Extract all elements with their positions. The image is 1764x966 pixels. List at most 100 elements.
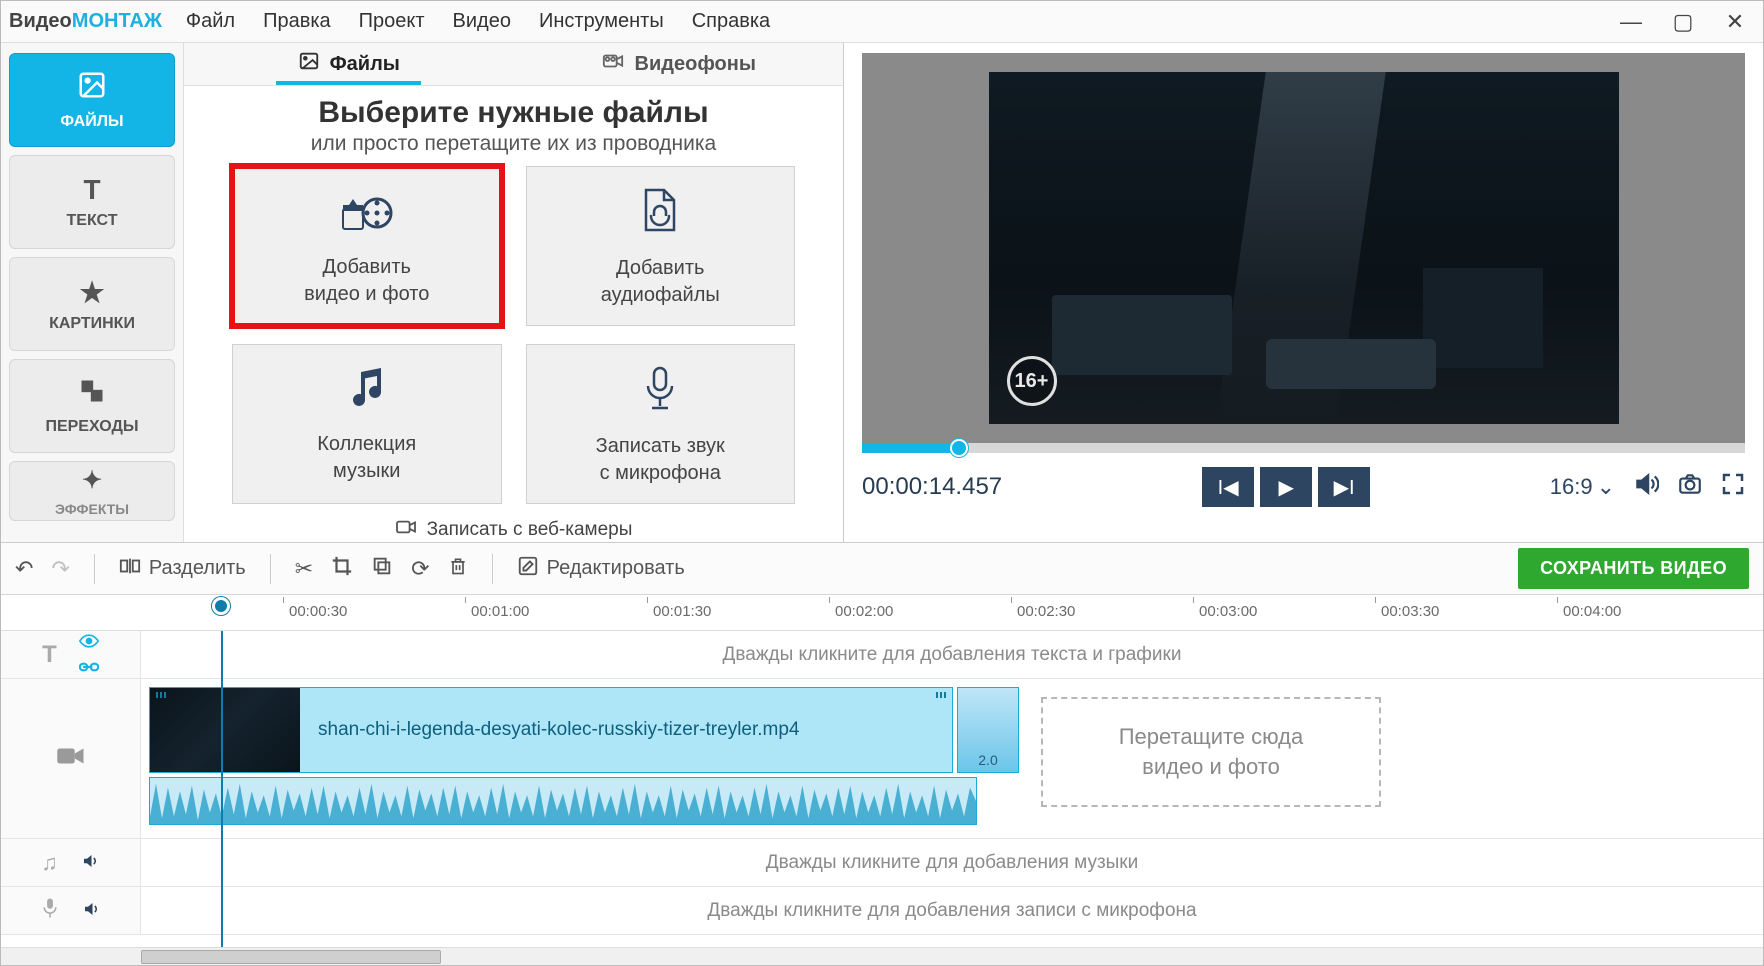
split-icon [119, 555, 141, 583]
snapshot-icon[interactable] [1677, 471, 1703, 503]
track-music[interactable]: ♫ Дважды кликните для добавления музыки [1, 839, 1763, 887]
menu-help[interactable]: Справка [692, 10, 770, 33]
track-text[interactable]: T Дважды кликните для добавления текста … [1, 631, 1763, 679]
logo-part-b: МОНТАЖ [72, 10, 162, 32]
clip-audio-waveform[interactable] [149, 777, 977, 825]
sidebar-effects[interactable]: ✦ ЭФФЕКТЫ [9, 461, 175, 521]
music-collection-button[interactable]: Коллекция музыки [232, 344, 502, 504]
next-frame-button[interactable]: ▶I [1318, 467, 1370, 507]
track-text-head: T [1, 631, 141, 678]
clip-filename: shan-chi-i-legenda-desyati-kolec-russkiy… [318, 719, 800, 741]
menu-video[interactable]: Видео [453, 10, 511, 33]
ruler-tick: 00:02:30 [1017, 603, 1075, 620]
duplicate-button[interactable] [371, 555, 393, 583]
track-text-body[interactable]: Дважды кликните для добавления текста и … [141, 631, 1763, 678]
add-audio-button[interactable]: Добавить аудиофайлы [526, 166, 796, 326]
delete-button[interactable] [448, 555, 468, 583]
track-mic-body[interactable]: Дважды кликните для добавления записи с … [141, 887, 1763, 934]
separator [94, 554, 95, 584]
clip-thumbnail [150, 688, 300, 772]
text-icon: T [83, 174, 100, 206]
timeline-scroll-thumb[interactable] [141, 950, 441, 964]
preview-right-controls: 16:9 ⌄ [1550, 471, 1745, 503]
tab-backgrounds[interactable]: Видеофоны [514, 43, 844, 85]
rotate-button[interactable]: ⟳ [411, 556, 429, 582]
aspect-ratio-selector[interactable]: 16:9 ⌄ [1550, 474, 1615, 500]
track-music-hint: Дважды кликните для добавления музыки [141, 852, 1763, 874]
menu-tools[interactable]: Инструменты [539, 10, 664, 33]
close-button[interactable]: ✕ [1721, 9, 1749, 35]
track-video-head [1, 679, 141, 838]
save-video-button[interactable]: СОХРАНИТЬ ВИДЕО [1518, 548, 1749, 589]
timeline-scrollbar[interactable] [1, 947, 1763, 965]
preview-video[interactable]: 16+ [989, 72, 1619, 424]
track-video-body[interactable]: shan-chi-i-legenda-desyati-kolec-russkiy… [141, 679, 1763, 838]
sidebar-text-label: ТЕКСТ [67, 212, 118, 230]
scrubber-handle[interactable] [950, 439, 968, 457]
minimize-button[interactable]: — [1617, 9, 1645, 35]
track-music-body[interactable]: Дважды кликните для добавления музыки [141, 839, 1763, 886]
image-icon [298, 50, 320, 78]
speaker-icon[interactable] [81, 898, 101, 924]
undo-button[interactable]: ↶ [15, 556, 33, 582]
track-mic[interactable]: Дважды кликните для добавления записи с … [1, 887, 1763, 935]
sidebar-text[interactable]: T ТЕКСТ [9, 155, 175, 249]
clip-trim-left[interactable] [156, 692, 166, 698]
sidebar-transitions[interactable]: ПЕРЕХОДЫ [9, 359, 175, 453]
sidebar-images[interactable]: ★ КАРТИНКИ [9, 257, 175, 351]
menu-edit[interactable]: Правка [263, 10, 331, 33]
add-audio-line2: аудиофайлы [601, 284, 720, 307]
sidebar-transitions-label: ПЕРЕХОДЫ [45, 418, 138, 436]
sidebar-files[interactable]: ФАЙЛЫ [9, 53, 175, 147]
magic-wand-icon: ✦ [82, 466, 102, 495]
app-window: Видео МОНТАЖ Файл Правка Проект Видео Инс… [0, 0, 1764, 966]
main-area: ФАЙЛЫ T ТЕКСТ ★ КАРТИНКИ ПЕРЕХОДЫ ✦ ЭФФЕ… [1, 43, 1763, 543]
maximize-button[interactable]: ▢ [1669, 9, 1697, 35]
playhead-marker[interactable] [212, 597, 230, 615]
clip-speed-chip[interactable]: 2.0 [957, 687, 1019, 773]
play-button[interactable]: ▶ [1260, 467, 1312, 507]
trash-icon [448, 555, 468, 583]
preview-controls: 00:00:14.457 I◀ ▶ ▶I 16:9 ⌄ [862, 463, 1745, 511]
menu-project[interactable]: Проект [359, 10, 425, 33]
clip-trim-right[interactable] [936, 692, 946, 698]
clip-speed-label: 2.0 [978, 752, 997, 768]
redo-button[interactable]: ↷ [51, 556, 69, 582]
eye-icon[interactable] [79, 632, 99, 653]
ruler-tick: 00:01:30 [653, 603, 711, 620]
age-rating-badge: 16+ [1007, 356, 1057, 406]
titlebar: Видео МОНТАЖ Файл Правка Проект Видео Инс… [1, 1, 1763, 43]
track-mic-hint: Дважды кликните для добавления записи с … [141, 900, 1763, 922]
edit-icon [517, 555, 539, 583]
tab-files[interactable]: Файлы [184, 43, 514, 85]
video-track-icon [56, 743, 86, 775]
split-button[interactable]: Разделить [119, 555, 246, 583]
record-webcam-button[interactable]: Записать с веб-камеры [184, 514, 843, 542]
split-label: Разделить [149, 557, 246, 580]
timeline-ruler[interactable]: 00:00:30 00:01:00 00:01:30 00:02:00 00:0… [1, 595, 1763, 631]
tab-files-label: Файлы [330, 53, 400, 76]
cut-button[interactable]: ✂ [295, 556, 313, 582]
add-video-photo-button[interactable]: Добавить видео и фото [232, 166, 502, 326]
video-clip[interactable]: shan-chi-i-legenda-desyati-kolec-russkiy… [149, 687, 953, 773]
crop-button[interactable] [331, 555, 353, 583]
menu-file[interactable]: Файл [186, 10, 235, 33]
volume-icon[interactable] [1633, 471, 1659, 503]
prev-frame-button[interactable]: I◀ [1202, 467, 1254, 507]
track-video[interactable]: shan-chi-i-legenda-desyati-kolec-russkiy… [1, 679, 1763, 839]
timeline-tracks: T Дважды кликните для добавления текста … [1, 631, 1763, 947]
import-panel: Файлы Видеофоны Выберите нужные файлы ил… [184, 43, 844, 542]
speaker-icon[interactable] [80, 850, 100, 876]
link-icon[interactable] [79, 657, 99, 678]
video-drop-zone[interactable]: Перетащите сюда видео и фото [1041, 697, 1381, 807]
add-grid: Добавить видео и фото Добавить аудиофайл… [184, 156, 843, 514]
playback-group: I◀ ▶ ▶I [1202, 467, 1370, 507]
preview-scrubber[interactable] [862, 443, 1745, 453]
fullscreen-icon[interactable] [1721, 472, 1745, 502]
add-video-line1: Добавить [323, 256, 411, 279]
edit-clip-button[interactable]: Редактировать [517, 555, 685, 583]
record-mic-button[interactable]: Записать звук с микрофона [526, 344, 796, 504]
ruler-tick: 00:03:30 [1381, 603, 1439, 620]
main-menu: Файл Правка Проект Видео Инструменты Спр… [186, 10, 770, 33]
mic-line2: с микрофона [600, 462, 721, 485]
